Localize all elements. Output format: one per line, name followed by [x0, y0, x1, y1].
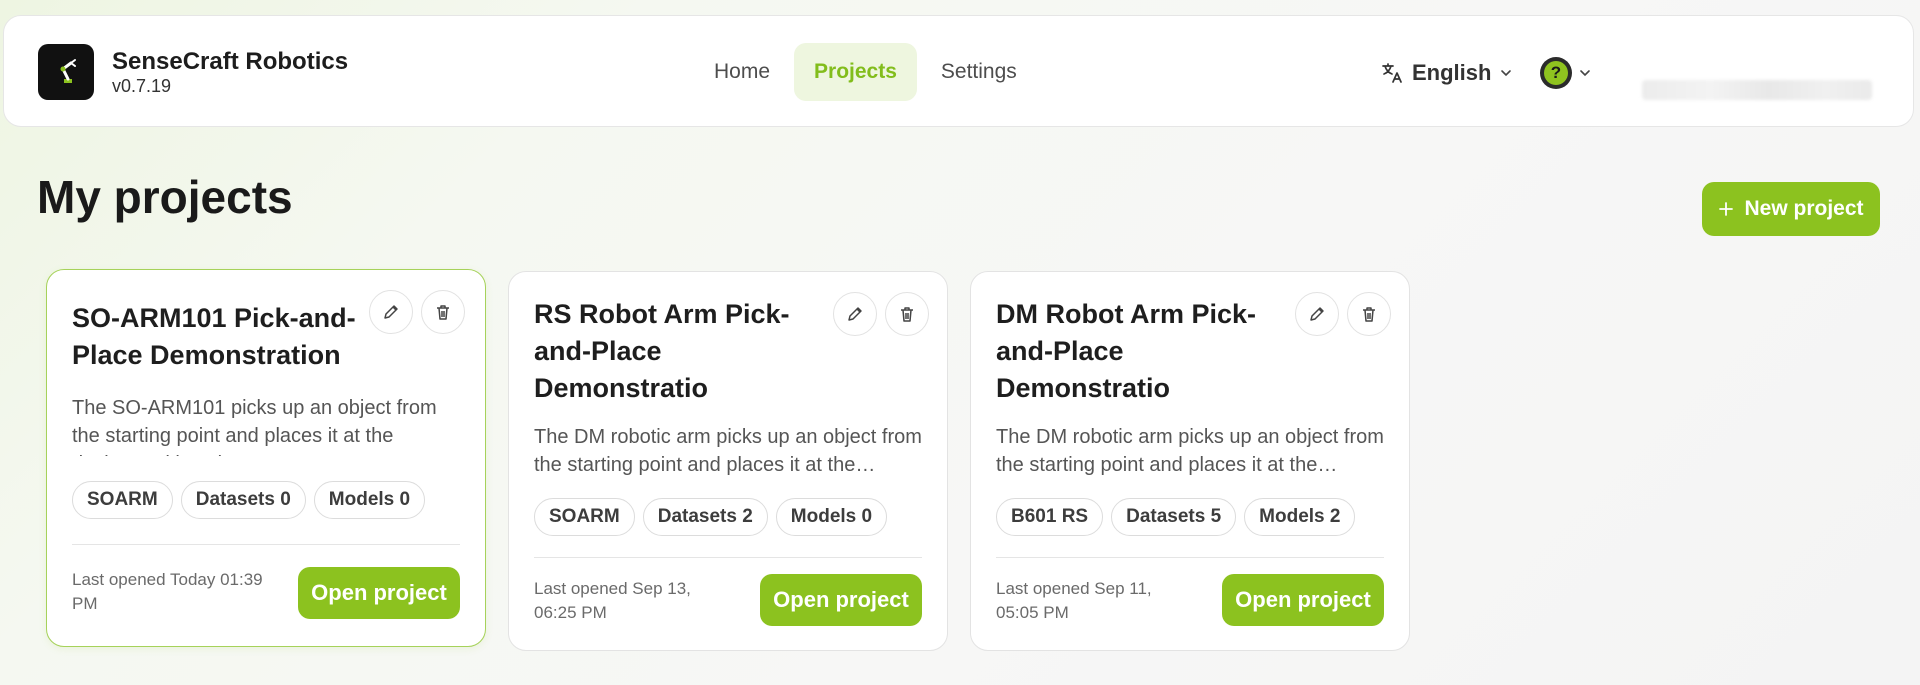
card-divider	[996, 557, 1384, 558]
project-card[interactable]: SO-ARM101 Pick-and-Place Demonstration T…	[46, 269, 486, 647]
plus-icon	[1719, 202, 1734, 216]
last-opened: Last opened Sep 11, 05:05 PM	[996, 579, 1152, 622]
tag-datasets: Datasets 0	[180, 481, 306, 519]
tag-robot: SOARM	[534, 498, 635, 536]
page-title: My projects	[37, 171, 293, 223]
open-project-button[interactable]: Open project	[1222, 574, 1384, 626]
project-description: The DM robotic arm picks up an object fr…	[996, 426, 1384, 476]
tag-models: Models 0	[313, 481, 426, 519]
chevron-down-icon	[1580, 70, 1590, 77]
delete-button[interactable]	[885, 292, 929, 336]
project-tags: SOARM Datasets 0 Models 0	[72, 481, 426, 519]
translate-icon	[1382, 63, 1402, 83]
app-title: SenseCraft Robotics	[112, 48, 349, 75]
new-project-label: New project	[1744, 197, 1864, 220]
card-divider	[534, 557, 922, 558]
edit-button[interactable]	[833, 292, 877, 336]
project-title: SO-ARM101 Pick-and-Place Demonstration	[72, 303, 356, 370]
card-divider	[72, 544, 460, 545]
pencil-icon	[1310, 307, 1324, 321]
tab-home[interactable]: Home	[694, 43, 790, 101]
delete-button[interactable]	[1347, 292, 1391, 336]
top-header: SenseCraft Robotics v0.7.19 Home Project…	[3, 15, 1914, 127]
language-label: English	[1412, 60, 1492, 85]
project-title: RS Robot Arm Pick-and-Place Demonstratio	[534, 299, 790, 403]
new-project-button[interactable]: New project	[1702, 182, 1880, 236]
chevron-down-icon	[1501, 70, 1512, 77]
trash-icon	[1363, 307, 1375, 322]
main-nav: Home Projects Settings	[694, 43, 1037, 101]
tab-settings[interactable]: Settings	[921, 43, 1037, 101]
open-project-button[interactable]: Open project	[760, 574, 922, 626]
app-version: v0.7.19	[112, 76, 172, 96]
tab-projects[interactable]: Projects	[794, 43, 917, 101]
edit-button[interactable]	[1295, 292, 1339, 336]
robot-arm-logo-icon	[60, 59, 76, 83]
tag-models: Models 0	[775, 498, 888, 536]
project-card[interactable]: DM Robot Arm Pick-and-Place Demonstratio…	[970, 271, 1410, 651]
trash-icon	[901, 307, 913, 322]
tag-robot: B601 RS	[996, 498, 1104, 536]
pencil-icon	[384, 305, 398, 319]
project-description: The SO-ARM101 picks up an object from th…	[72, 397, 437, 456]
tag-datasets: Datasets 2	[642, 498, 768, 536]
last-opened: Last opened Today 01:39 PM	[72, 570, 263, 613]
project-title: DM Robot Arm Pick-and-Place Demonstratio	[996, 299, 1257, 403]
user-account-blurred[interactable]	[1642, 80, 1872, 100]
help-icon: ?	[1540, 57, 1572, 89]
delete-button[interactable]	[421, 290, 465, 334]
open-project-button[interactable]: Open project	[298, 567, 460, 619]
pencil-icon	[848, 307, 862, 321]
tag-robot: SOARM	[72, 481, 173, 519]
project-description: The DM robotic arm picks up an object fr…	[534, 426, 922, 476]
app-logo[interactable]	[38, 44, 94, 100]
tag-datasets: Datasets 5	[1111, 498, 1237, 536]
help-menu[interactable]: ?	[1540, 56, 1592, 90]
language-selector[interactable]: English	[1380, 58, 1513, 88]
edit-button[interactable]	[369, 290, 413, 334]
project-tags: B601 RS Datasets 5 Models 2	[996, 498, 1356, 536]
tag-models: Models 2	[1244, 498, 1356, 536]
trash-icon	[437, 305, 449, 320]
last-opened: Last opened Sep 13, 06:25 PM	[534, 579, 691, 622]
project-card[interactable]: RS Robot Arm Pick-and-Place Demonstratio…	[508, 271, 948, 651]
project-tags: SOARM Datasets 2 Models 0	[534, 498, 888, 536]
